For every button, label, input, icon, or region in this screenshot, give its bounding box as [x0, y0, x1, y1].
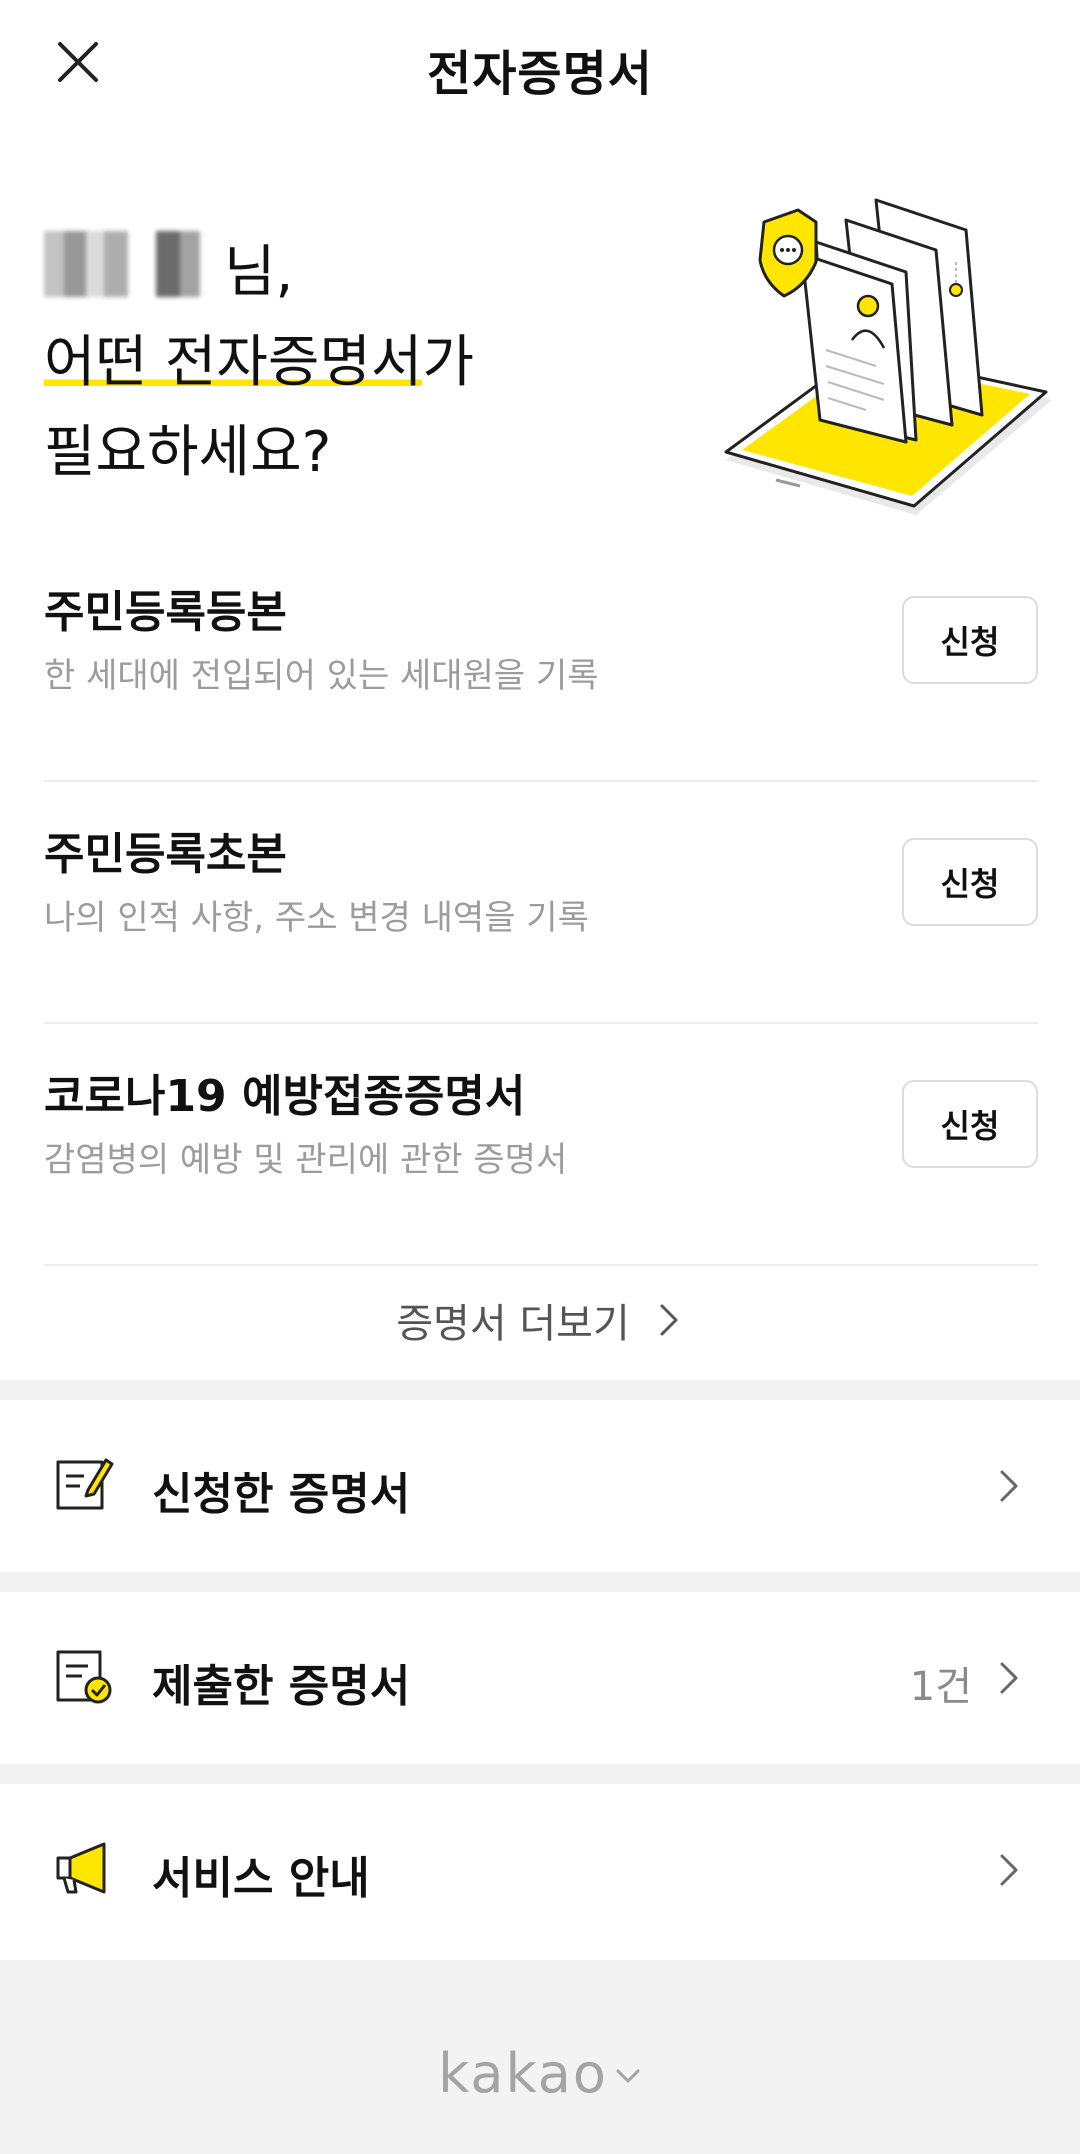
menu-label: 서비스 안내 [152, 1853, 370, 1904]
certificate-description: 감염병의 예방 및 관리에 관한 증명서 [44, 1140, 568, 1180]
certificate-description: 한 세대에 전입되어 있는 세대원을 기록 [44, 656, 599, 696]
more-certificates-label: 증명서 더보기 [396, 1301, 630, 1347]
chevron-right-icon [660, 1304, 678, 1336]
menu-item-applied-certificates[interactable]: 신청한 증명서 [0, 1400, 1080, 1572]
hero-section: 님, 어떤 전자증명서가 필요하세요? [0, 170, 1080, 540]
chevron-right-icon [1000, 1470, 1018, 1502]
certificate-description: 나의 인적 사항, 주소 변경 내역을 기록 [44, 898, 589, 938]
greeting-highlight: 어떤 전자증명서 [44, 330, 423, 395]
top-bar: 전자증명서 [0, 0, 1080, 130]
chevron-right-icon [1000, 1662, 1018, 1694]
certificate-item: 코로나19 예방접종증명서 감염병의 예방 및 관리에 관한 증명서 신청 [44, 1024, 1038, 1266]
megaphone-icon [56, 1842, 106, 1894]
more-certificates-link[interactable]: 증명서 더보기 [0, 1260, 1080, 1380]
chevron-right-icon [1000, 1854, 1018, 1886]
apply-button[interactable]: 신청 [902, 596, 1038, 684]
menu-item-submitted-certificates[interactable]: 제출한 증명서 1건 [0, 1592, 1080, 1764]
greeting-line-2: 어떤 전자증명서가 [44, 318, 474, 408]
certificate-illustration-icon [724, 198, 1052, 515]
page-title: 전자증명서 [427, 46, 653, 102]
section-divider [0, 1380, 1080, 1400]
kakao-brand-menu[interactable]: kakao [0, 2042, 1080, 2105]
menu-label: 신청한 증명서 [152, 1469, 411, 1520]
user-name-blurred [44, 231, 220, 297]
apply-button[interactable]: 신청 [902, 838, 1038, 926]
section-divider [0, 1572, 1080, 1592]
kakao-brand-label: kakao [438, 2042, 608, 2105]
certificate-list: 주민등록등본 한 세대에 전입되어 있는 세대원을 기록 신청 주민등록초본 나… [44, 540, 1038, 1266]
greeting-line-1: 님, [44, 228, 474, 318]
greeting-suffix: 님, [224, 240, 294, 305]
footer: kakao [0, 1960, 1080, 2154]
certificate-name: 주민등록등본 [44, 587, 287, 638]
apply-button[interactable]: 신청 [902, 1080, 1038, 1168]
edit-document-icon [56, 1458, 114, 1510]
certificate-name: 주민등록초본 [44, 829, 287, 880]
certificate-item: 주민등록초본 나의 인적 사항, 주소 변경 내역을 기록 신청 [44, 782, 1038, 1024]
section-divider [0, 1764, 1080, 1784]
certificate-item: 주민등록등본 한 세대에 전입되어 있는 세대원을 기록 신청 [44, 540, 1038, 782]
menu-label: 제출한 증명서 [152, 1661, 411, 1712]
menu-item-service-info[interactable]: 서비스 안내 [0, 1784, 1080, 1956]
submitted-document-icon [56, 1650, 112, 1704]
greeting-line-2-rest: 가 [422, 330, 474, 395]
greeting-line-3: 필요하세요? [44, 420, 332, 485]
greeting-text: 님, 어떤 전자증명서가 필요하세요? [44, 228, 474, 498]
certificate-name: 코로나19 예방접종증명서 [44, 1071, 526, 1122]
chevron-down-icon [616, 2069, 640, 2083]
menu-count: 1건 [909, 1664, 972, 1710]
